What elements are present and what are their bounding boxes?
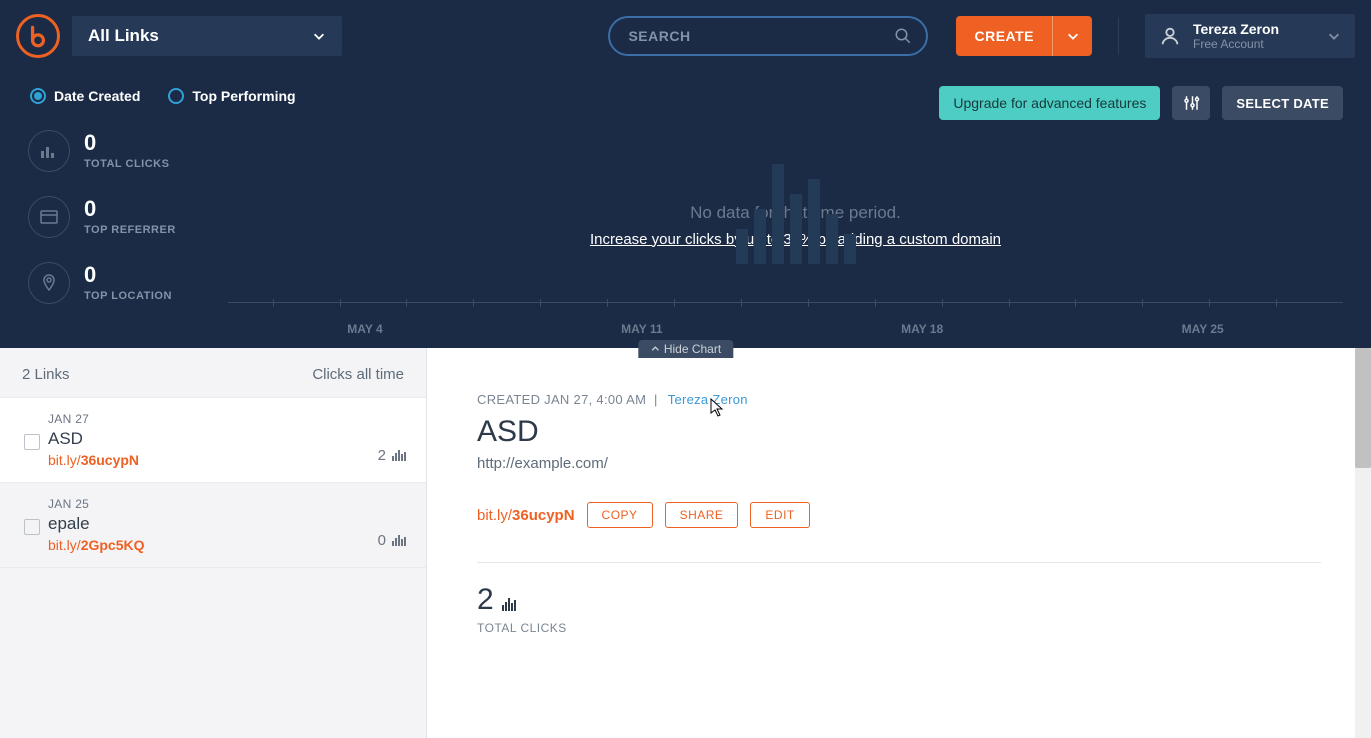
user-icon bbox=[1159, 25, 1181, 47]
total-clicks-label: TOTAL CLICKS bbox=[477, 621, 1321, 635]
bars-icon bbox=[392, 450, 406, 461]
hide-chart-label: Hide Chart bbox=[664, 342, 721, 356]
stat-top-referrer: 0 TOP REFERRER bbox=[28, 196, 176, 238]
chevron-down-icon bbox=[1327, 29, 1341, 43]
item-title: ASD bbox=[48, 429, 406, 449]
divider bbox=[477, 562, 1321, 563]
list-item[interactable]: JAN 27 ASD bit.ly/36ucypN 2 bbox=[0, 397, 426, 483]
item-date: JAN 27 bbox=[48, 412, 406, 426]
browser-icon bbox=[28, 196, 70, 238]
user-menu[interactable]: Tereza Zeron Free Account bbox=[1145, 14, 1355, 58]
item-title: epale bbox=[48, 514, 406, 534]
timeline-labels: MAY 4 MAY 11 MAY 18 MAY 25 bbox=[228, 322, 1343, 336]
user-tier: Free Account bbox=[1193, 37, 1279, 51]
tick-label: MAY 4 bbox=[347, 322, 382, 336]
bars-icon bbox=[28, 130, 70, 172]
total-clicks-value: 2 bbox=[477, 583, 1321, 617]
detail-title: ASD bbox=[477, 415, 1321, 449]
radio-unselected-icon bbox=[168, 88, 184, 104]
timeline bbox=[228, 302, 1343, 314]
stat-label: TOTAL CLICKS bbox=[84, 158, 169, 170]
tick-label: MAY 11 bbox=[621, 322, 662, 336]
stat-total-clicks: 0 TOTAL CLICKS bbox=[28, 130, 176, 172]
chart-bg-bars-icon bbox=[736, 164, 856, 264]
link-detail: CREATED JAN 27, 4:00 AM | Tereza Zeron A… bbox=[427, 348, 1371, 738]
stat-label: TOP LOCATION bbox=[84, 290, 172, 302]
search-wrap bbox=[608, 16, 928, 56]
item-date: JAN 25 bbox=[48, 497, 406, 511]
stat-value: 0 bbox=[84, 198, 176, 220]
sort-label: Date Created bbox=[54, 88, 140, 104]
stats-column: 0 TOTAL CLICKS 0 TOP REFERRER 0 TOP LOCATIO… bbox=[28, 130, 176, 304]
top-header: All Links CREATE Tereza Zeron Free Accou… bbox=[0, 0, 1371, 72]
main-content: 2 Links Clicks all time JAN 27 ASD bit.l… bbox=[0, 348, 1371, 738]
tick-label: MAY 18 bbox=[901, 322, 943, 336]
clicks-filter[interactable]: Clicks all time bbox=[312, 366, 404, 383]
search-icon[interactable] bbox=[894, 27, 912, 45]
scrollbar[interactable] bbox=[1355, 348, 1371, 738]
chevron-up-icon bbox=[650, 344, 660, 354]
bars-icon bbox=[502, 598, 516, 611]
edit-button[interactable]: EDIT bbox=[750, 502, 809, 528]
divider bbox=[1118, 17, 1119, 55]
create-dropdown-button[interactable] bbox=[1052, 16, 1092, 56]
links-list: 2 Links Clicks all time JAN 27 ASD bit.l… bbox=[0, 348, 427, 738]
creator-link[interactable]: Tereza Zeron bbox=[668, 392, 748, 407]
copy-button[interactable]: COPY bbox=[587, 502, 653, 528]
tick-label: MAY 25 bbox=[1182, 322, 1224, 336]
short-link[interactable]: bit.ly/36ucypN bbox=[477, 507, 575, 524]
original-url[interactable]: http://example.com/ bbox=[477, 455, 1321, 472]
filter-dropdown[interactable]: All Links bbox=[72, 16, 342, 56]
item-click-count: 0 bbox=[378, 532, 406, 549]
item-shortlink[interactable]: bit.ly/36ucypN bbox=[48, 452, 406, 468]
list-header: 2 Links Clicks all time bbox=[0, 348, 426, 397]
chevron-down-icon bbox=[1066, 29, 1080, 43]
dashboard-bar: Date Created Top Performing Upgrade for … bbox=[0, 72, 1371, 348]
filter-label: All Links bbox=[88, 26, 159, 46]
sort-date-created[interactable]: Date Created bbox=[30, 88, 140, 104]
bitly-logo-icon[interactable] bbox=[16, 14, 60, 58]
create-button[interactable]: CREATE bbox=[956, 16, 1052, 56]
bars-icon bbox=[392, 535, 406, 546]
chevron-down-icon bbox=[312, 29, 326, 43]
created-line: CREATED JAN 27, 4:00 AM | Tereza Zeron bbox=[477, 392, 1321, 407]
radio-selected-icon bbox=[30, 88, 46, 104]
search-input[interactable] bbox=[608, 16, 928, 56]
create-group: CREATE bbox=[956, 16, 1092, 56]
stat-value: 0 bbox=[84, 264, 172, 286]
share-button[interactable]: SHARE bbox=[665, 502, 739, 528]
stat-label: TOP REFERRER bbox=[84, 224, 176, 236]
user-name: Tereza Zeron bbox=[1193, 21, 1279, 37]
scrollbar-thumb[interactable] bbox=[1355, 348, 1371, 468]
item-click-count: 2 bbox=[378, 447, 406, 464]
list-item[interactable]: JAN 25 epale bit.ly/2Gpc5KQ 0 bbox=[0, 483, 426, 568]
stat-top-location: 0 TOP LOCATION bbox=[28, 262, 176, 304]
stat-value: 0 bbox=[84, 132, 169, 154]
hide-chart-button[interactable]: Hide Chart bbox=[638, 340, 733, 358]
checkbox[interactable] bbox=[24, 434, 40, 450]
checkbox[interactable] bbox=[24, 519, 40, 535]
item-shortlink[interactable]: bit.ly/2Gpc5KQ bbox=[48, 537, 406, 553]
pin-icon bbox=[28, 262, 70, 304]
links-count: 2 Links bbox=[22, 366, 70, 383]
